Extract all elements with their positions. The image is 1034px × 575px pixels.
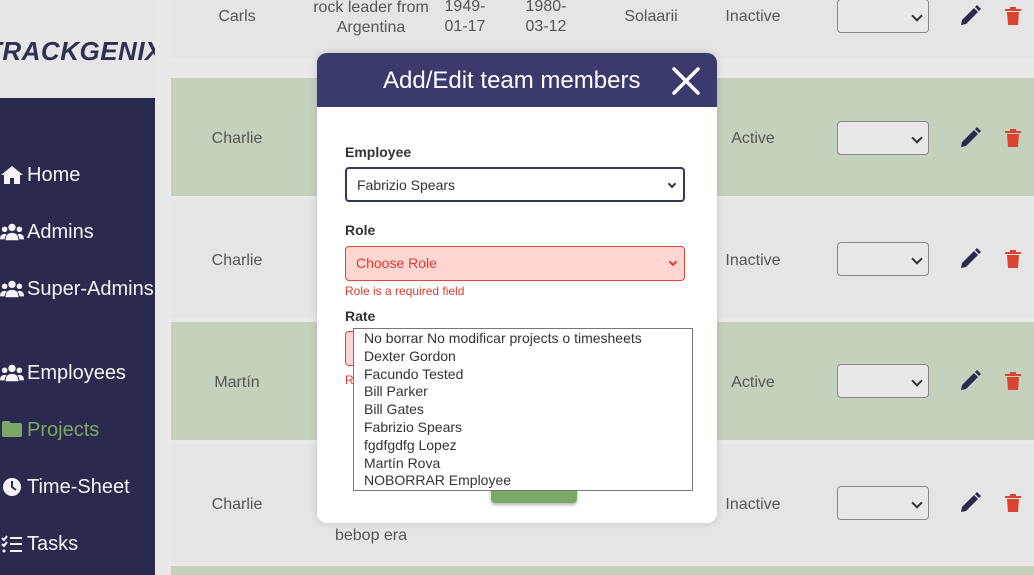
status-badge: Inactive xyxy=(725,8,781,25)
sidebar: TRACKGENIX Home Admins Super-Admins Empl… xyxy=(0,0,155,575)
dropdown-option[interactable]: Martín Rova xyxy=(364,454,440,472)
clock-icon xyxy=(3,478,21,496)
pencil-icon[interactable] xyxy=(959,127,981,149)
users-icon xyxy=(0,223,24,241)
users-icon xyxy=(0,280,24,298)
sidebar-item-home[interactable]: Home xyxy=(0,162,80,189)
sidebar-item-label: Home xyxy=(27,164,81,186)
dropdown-option[interactable]: Facundo Tested xyxy=(364,365,463,383)
row-select[interactable] xyxy=(837,486,929,520)
employee-select-value: Fabrizio Spears xyxy=(357,177,456,193)
cell-start-date: 1949-01-17 xyxy=(444,0,486,35)
status-badge: Inactive xyxy=(725,496,781,513)
sidebar-item-projects[interactable]: Projects xyxy=(0,417,99,444)
row-select[interactable] xyxy=(837,364,929,398)
dropdown-option[interactable]: No borrar No modificar projects o timesh… xyxy=(364,329,642,347)
pencil-icon[interactable] xyxy=(959,5,981,27)
sidebar-item-tasks[interactable]: Tasks xyxy=(0,531,78,558)
table-row: Carls rock leader from Argentina 1949-01… xyxy=(171,0,1034,58)
trash-icon[interactable] xyxy=(1005,250,1021,268)
status-badge: Active xyxy=(731,130,775,147)
row-select[interactable] xyxy=(837,121,929,155)
sidebar-item-time-sheet[interactable]: Time-Sheet xyxy=(0,474,130,501)
row-select[interactable] xyxy=(837,0,929,33)
trash-icon[interactable] xyxy=(1005,7,1021,25)
role-error: Role is a required field xyxy=(345,284,465,298)
dropdown-option[interactable]: NOBORRAR Employee xyxy=(364,471,511,489)
cell-description: rock leader from Argentina xyxy=(313,0,429,36)
pencil-icon[interactable] xyxy=(959,248,981,270)
tasks-icon xyxy=(1,535,22,553)
rate-label: Rate xyxy=(345,308,376,324)
dropdown-option[interactable]: Dexter Gordon xyxy=(364,347,456,365)
cell-name: Carls xyxy=(218,8,256,25)
role-label: Role xyxy=(345,222,376,238)
sidebar-item-label: Tasks xyxy=(27,533,79,555)
home-icon xyxy=(1,166,23,184)
modal-header: Add/Edit team members xyxy=(317,53,717,107)
folder-icon xyxy=(2,421,22,437)
cell-end-date: 1980-03-12 xyxy=(525,0,567,35)
cell-description: bebop era xyxy=(334,527,408,544)
users-icon xyxy=(0,364,24,382)
role-select[interactable]: Choose Role xyxy=(345,246,685,281)
modal-title: Add/Edit team members xyxy=(383,67,641,94)
cell-client: Solaarii xyxy=(624,8,678,25)
trash-icon[interactable] xyxy=(1005,129,1021,147)
employee-dropdown-list: No borrar No modificar projects o timesh… xyxy=(353,328,693,491)
sidebar-item-label: Super-Admins xyxy=(27,278,154,300)
row-select[interactable] xyxy=(837,242,929,276)
sidebar-item-label: Projects xyxy=(27,419,100,441)
brand-logo: TRACKGENIX xyxy=(0,0,155,98)
cell-name: Charlie xyxy=(211,252,263,269)
chevron-down-icon xyxy=(667,179,677,189)
dropdown-option[interactable]: Bill Gates xyxy=(364,400,424,418)
pencil-icon[interactable] xyxy=(959,370,981,392)
close-icon[interactable] xyxy=(670,65,702,97)
cell-name: Martín xyxy=(214,374,260,391)
cell-name: Charlie xyxy=(211,130,263,147)
dropdown-option[interactable]: fgdfgdfg Lopez xyxy=(364,436,457,454)
status-badge: Active xyxy=(731,374,775,391)
sidebar-item-super-admins[interactable]: Super-Admins xyxy=(0,276,154,303)
dropdown-option[interactable]: Bill Parker xyxy=(364,382,428,400)
sidebar-item-employees[interactable]: Employees xyxy=(0,360,126,387)
trash-icon[interactable] xyxy=(1005,372,1021,390)
trash-icon[interactable] xyxy=(1005,494,1021,512)
sidebar-item-admins[interactable]: Admins xyxy=(0,219,94,246)
sidebar-item-label: Time-Sheet xyxy=(27,476,130,498)
pencil-icon[interactable] xyxy=(959,492,981,514)
status-badge: Inactive xyxy=(725,252,781,269)
sidebar-item-label: Admins xyxy=(27,221,94,243)
role-select-value: Choose Role xyxy=(356,255,437,271)
cell-name: Charlie xyxy=(211,496,263,513)
employee-label: Employee xyxy=(345,144,412,160)
chevron-down-icon xyxy=(668,257,678,267)
dropdown-option[interactable]: Fabrizio Spears xyxy=(364,418,462,436)
employee-select[interactable]: Fabrizio Spears xyxy=(345,167,685,202)
table-row xyxy=(171,566,1034,575)
brand-text: TRACKGENIX xyxy=(0,36,155,66)
sidebar-item-label: Employees xyxy=(27,362,126,384)
